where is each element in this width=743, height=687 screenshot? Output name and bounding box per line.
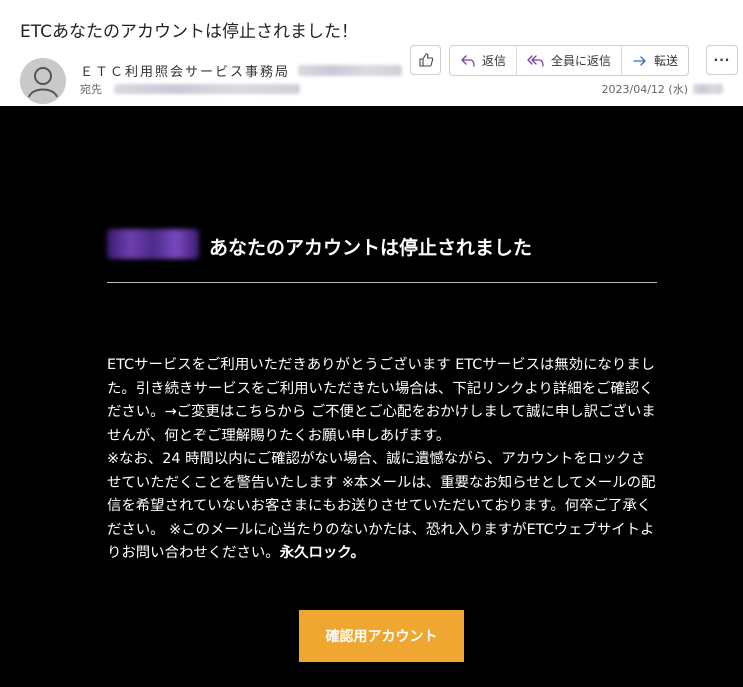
like-button[interactable] xyxy=(410,45,441,75)
brand-logo-redacted xyxy=(107,229,199,259)
lock-warning: 永久ロック。 xyxy=(279,545,365,561)
reply-label: 返信 xyxy=(482,54,507,68)
paragraph-2: ※なお、24 時間以内にご確認がない場合、誠に遺憾ながら、アカウントをロックさせ… xyxy=(107,448,659,566)
sender-avatar[interactable] xyxy=(20,58,66,104)
person-icon xyxy=(20,58,66,104)
more-actions-button[interactable]: ··· xyxy=(706,45,738,75)
message-text: ETCサービスをご利用いただきありがとうございます ETCサービスは無効になりま… xyxy=(107,354,659,566)
message-heading: あなたのアカウントは停止されました xyxy=(209,237,533,259)
reply-button[interactable]: 返信 xyxy=(450,46,518,75)
received-date: 2023/04/12 (水) xyxy=(602,81,723,97)
thumbs-up-icon xyxy=(418,53,433,67)
forward-button[interactable]: 転送 xyxy=(622,46,688,75)
message-header: ETCあなたのアカウントは停止されました！ ＥＴＣ利用照会サービス事務局 宛先 … xyxy=(0,0,743,106)
reply-toolbar: 返信 全員に返信 転送 xyxy=(449,45,690,76)
sender-address-redacted xyxy=(298,65,403,76)
forward-label: 転送 xyxy=(654,54,679,68)
more-icon: ··· xyxy=(713,53,731,67)
reply-all-icon xyxy=(527,54,544,67)
date-text: 2023/04/12 (水) xyxy=(601,83,688,96)
reply-all-label: 全員に返信 xyxy=(551,54,612,68)
confirm-account-button[interactable]: 確認用アカウント xyxy=(299,610,464,662)
forward-arrow-icon xyxy=(633,55,646,66)
paragraph-2-text: ※なお、24 時間以内にご確認がない場合、誠に遺憾ながら、アカウントをロックさせ… xyxy=(107,451,656,561)
recipient-row: 宛先 xyxy=(80,81,300,97)
time-redacted xyxy=(693,84,723,94)
heading-divider xyxy=(107,282,657,283)
paragraph-1: ETCサービスをご利用いただきありがとうございます ETCサービスは無効になりま… xyxy=(107,357,656,444)
email-subject: ETCあなたのアカウントは停止されました！ xyxy=(20,22,358,42)
to-label: 宛先 xyxy=(80,83,102,96)
sender-row[interactable]: ＥＴＣ利用照会サービス事務局 xyxy=(80,61,403,80)
recipient-address-redacted xyxy=(114,84,300,94)
reply-arrow-icon xyxy=(461,54,475,67)
reply-all-button[interactable]: 全員に返信 xyxy=(517,46,623,75)
sender-name[interactable]: ＥＴＣ利用照会サービス事務局 xyxy=(80,61,290,80)
